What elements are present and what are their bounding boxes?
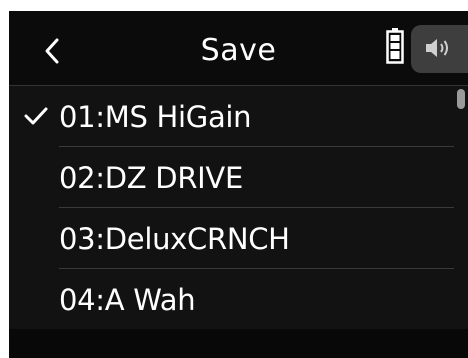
list-item[interactable]: 04:A Wah [9,269,454,330]
list-item[interactable]: 02:DZ DRIVE [9,147,454,208]
battery-icon [386,28,404,64]
list-item-label: 02:DZ DRIVE [59,161,243,195]
speaker-icon [426,39,448,57]
list-item-label: 03:DeluxCRNCH [59,222,290,256]
list-item-label: 01:MS HiGain [59,100,252,134]
scrollbar-thumb[interactable] [457,89,465,109]
list-item[interactable]: 03:DeluxCRNCH [9,208,454,269]
header-bar: Save [9,11,468,85]
speaker-button[interactable] [411,25,468,73]
footer-bar [9,329,468,358]
checkmark-icon [24,107,48,125]
device-screen: Save 01:MS HiGain 02:DZ DRIVE 03:DeluxCR… [9,11,468,358]
list-item[interactable]: 01:MS HiGain [9,86,454,147]
list-item-label: 04:A Wah [59,283,196,317]
